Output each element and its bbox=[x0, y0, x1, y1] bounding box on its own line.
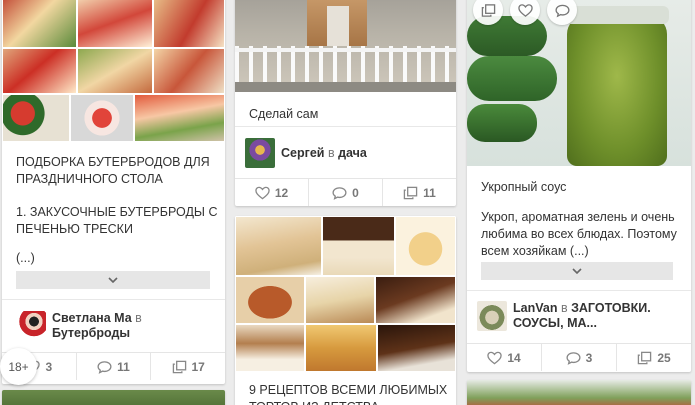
avatar[interactable] bbox=[16, 311, 46, 341]
pin-title: 9 РЕЦЕПТОВ ВСЕМИ ЛЮБИМЫХ ТОРТОВ ИЗ ДЕТСТ… bbox=[249, 383, 448, 405]
avatar[interactable] bbox=[477, 301, 507, 331]
comment-button[interactable]: 11 bbox=[77, 353, 152, 380]
pin-image-house[interactable] bbox=[235, 0, 456, 92]
board-link[interactable]: дача bbox=[338, 146, 367, 160]
pin-image-cakes[interactable] bbox=[235, 216, 456, 372]
comment-icon bbox=[97, 360, 112, 374]
repin-button[interactable]: 25 bbox=[617, 344, 691, 371]
pin-title: Сделай сам bbox=[249, 107, 319, 121]
like-count: 12 bbox=[274, 185, 289, 200]
pin-card-partial-left[interactable] bbox=[2, 390, 225, 405]
expand-button[interactable] bbox=[16, 271, 210, 289]
like-count: 14 bbox=[507, 350, 521, 365]
heart-icon bbox=[517, 3, 533, 17]
comment-count: 11 bbox=[117, 359, 130, 374]
like-count: 3 bbox=[45, 359, 53, 374]
age-badge[interactable]: 18+ bbox=[0, 348, 37, 385]
repin-icon bbox=[403, 186, 418, 199]
comment-count: 0 bbox=[352, 185, 359, 200]
board-link[interactable]: Бутерброды bbox=[52, 326, 130, 340]
chevron-down-icon bbox=[572, 268, 582, 274]
comment-count: 3 bbox=[585, 350, 593, 365]
pin-card-sandwiches[interactable]: ПОДБОРКА БУТЕРБРОДОВ ДЛЯ ПРАЗДНИЧНОГО СТ… bbox=[2, 0, 225, 384]
repin-count: 25 bbox=[657, 350, 671, 365]
author-name[interactable]: Сергей bbox=[281, 146, 324, 160]
author-name[interactable]: Светлана Ма bbox=[52, 311, 132, 325]
like-button[interactable]: 12 bbox=[235, 179, 309, 206]
pin-title: ПОДБОРКА БУТЕРБРОДОВ ДЛЯ ПРАЗДНИЧНОГО СТ… bbox=[16, 155, 210, 186]
pin-ellipsis: (...) bbox=[16, 251, 35, 265]
pin-card-diy[interactable]: Сделай сам Сергей в дача 12 0 11 bbox=[235, 0, 456, 206]
comment-button[interactable]: 0 bbox=[309, 179, 383, 206]
pin-description: 1. ЗАКУСОЧНЫЕ БУТЕРБРОДЫ С ПЕЧЕНЬЮ ТРЕСК… bbox=[16, 205, 218, 236]
pin-title: Укропный соус bbox=[481, 180, 567, 194]
avatar[interactable] bbox=[245, 138, 275, 168]
pin-author[interactable]: LanVan в ЗАГОТОВКИ. СОУСЫ, МА... bbox=[477, 301, 685, 331]
comment-icon bbox=[554, 4, 570, 17]
repin-button[interactable]: 17 bbox=[151, 353, 225, 380]
repin-icon bbox=[172, 360, 186, 373]
comment-button[interactable]: 3 bbox=[542, 344, 617, 371]
comment-icon bbox=[566, 351, 581, 365]
pin-image-dill-sauce[interactable] bbox=[467, 0, 691, 166]
pin-description: Укроп, ароматная зелень и очень любима в… bbox=[481, 210, 677, 258]
pin-stats: 14 3 25 bbox=[467, 343, 691, 371]
pin-author[interactable]: Светлана Ма в Бутерброды bbox=[16, 311, 216, 341]
author-name[interactable]: LanVan bbox=[513, 301, 557, 315]
repin-button[interactable]: 11 bbox=[383, 179, 456, 206]
heart-icon bbox=[255, 186, 270, 199]
repin-count: 11 bbox=[423, 185, 436, 200]
pin-card-partial-right[interactable] bbox=[467, 380, 691, 405]
pin-author[interactable]: Сергей в дача bbox=[245, 138, 450, 168]
repin-icon bbox=[481, 3, 495, 17]
like-button[interactable]: 14 bbox=[467, 344, 542, 371]
pin-card-dill-sauce[interactable]: Укропный соус Укроп, ароматная зелень и … bbox=[467, 0, 691, 372]
expand-button[interactable] bbox=[481, 262, 673, 280]
pin-stats: 12 0 11 bbox=[235, 178, 456, 206]
pin-card-cakes[interactable]: 9 РЕЦЕПТОВ ВСЕМИ ЛЮБИМЫХ ТОРТОВ ИЗ ДЕТСТ… bbox=[235, 216, 456, 405]
comment-icon bbox=[332, 186, 347, 200]
heart-icon bbox=[487, 351, 503, 364]
chevron-down-icon bbox=[108, 277, 118, 283]
repin-icon bbox=[638, 351, 652, 364]
pin-image-sandwiches[interactable] bbox=[2, 0, 225, 142]
repin-count: 17 bbox=[191, 359, 205, 374]
